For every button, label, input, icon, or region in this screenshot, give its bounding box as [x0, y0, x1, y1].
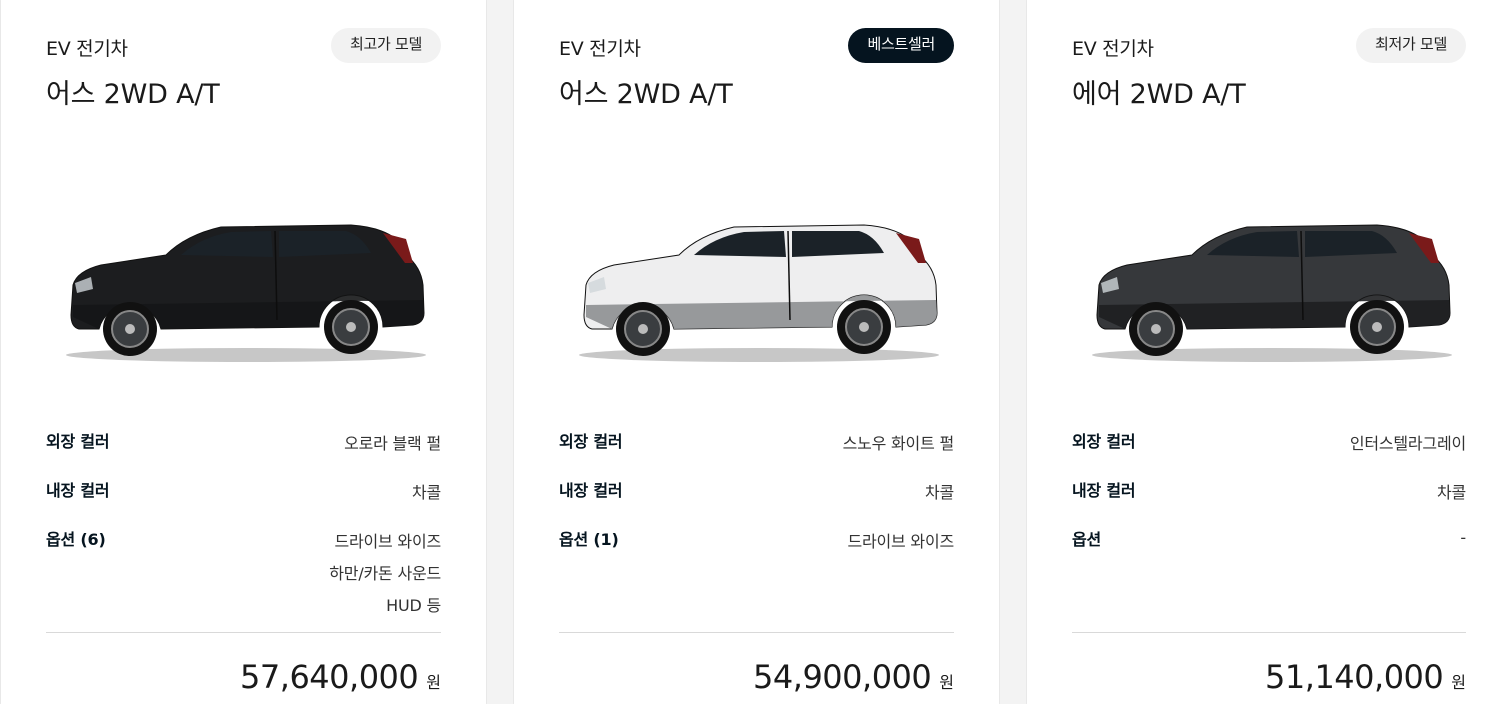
exterior-color-label: 외장 컬러	[559, 432, 623, 451]
divider	[1072, 632, 1466, 633]
lowest-price-badge: 최저가 모델	[1356, 28, 1466, 63]
trim-card-1[interactable]: EV 전기차 최고가 모델 어스 2WD A/T 외장 컬러 오로라 블랙 펄 …	[1, 0, 486, 704]
option-item: 드라이브 와이즈	[847, 532, 954, 551]
divider	[559, 632, 954, 633]
price-amount: 54,900,000	[753, 658, 932, 696]
option-item: -	[1460, 528, 1466, 547]
interior-color-value: 차콜	[1436, 483, 1466, 502]
price-amount: 51,140,000	[1265, 658, 1444, 696]
car-image	[579, 224, 939, 362]
powertrain-type: EV 전기차	[1072, 38, 1154, 60]
option-item: HUD 등	[386, 596, 441, 615]
price-currency: 원	[426, 673, 441, 692]
options-label: 옵션	[1072, 530, 1102, 549]
option-item: 하만/카돈 사운드	[329, 564, 441, 583]
options-label: 옵션 (1)	[559, 530, 619, 549]
exterior-color-value: 인터스텔라그레이	[1349, 434, 1466, 453]
trim-name: 어스 2WD A/T	[559, 79, 733, 110]
exterior-color-label: 외장 컬러	[46, 432, 110, 451]
interior-color-value: 차콜	[924, 483, 954, 502]
trim-name: 어스 2WD A/T	[46, 79, 220, 110]
interior-color-value: 차콜	[411, 483, 441, 502]
bestseller-badge: 베스트셀러	[848, 28, 954, 63]
car-image	[1092, 224, 1452, 362]
interior-color-label: 내장 컬러	[559, 481, 623, 500]
price-currency: 원	[939, 673, 954, 692]
exterior-color-value: 스노우 화이트 펄	[842, 434, 955, 453]
powertrain-type: EV 전기차	[559, 38, 641, 60]
options-label: 옵션 (6)	[46, 530, 106, 549]
price: 54,900,000 원	[753, 658, 954, 696]
exterior-color-label: 외장 컬러	[1072, 432, 1136, 451]
highest-price-badge: 최고가 모델	[331, 28, 441, 63]
trim-card-3[interactable]: EV 전기차 최저가 모델 에어 2WD A/T 외장 컬러 인터스텔라그레이 …	[1027, 0, 1511, 704]
trim-card-2[interactable]: EV 전기차 베스트셀러 어스 2WD A/T 외장 컬러 스노우 화이트 펄 …	[514, 0, 999, 704]
powertrain-type: EV 전기차	[46, 38, 128, 60]
interior-color-label: 내장 컬러	[46, 481, 110, 500]
price-amount: 57,640,000	[240, 658, 419, 696]
trim-name: 에어 2WD A/T	[1072, 79, 1246, 110]
interior-color-label: 내장 컬러	[1072, 481, 1136, 500]
option-item: 드라이브 와이즈	[334, 532, 441, 551]
price: 51,140,000 원	[1265, 658, 1466, 696]
exterior-color-value: 오로라 블랙 펄	[344, 434, 441, 453]
price-currency: 원	[1451, 673, 1466, 692]
car-image	[66, 224, 426, 362]
divider	[46, 632, 441, 633]
price: 57,640,000 원	[240, 658, 441, 696]
